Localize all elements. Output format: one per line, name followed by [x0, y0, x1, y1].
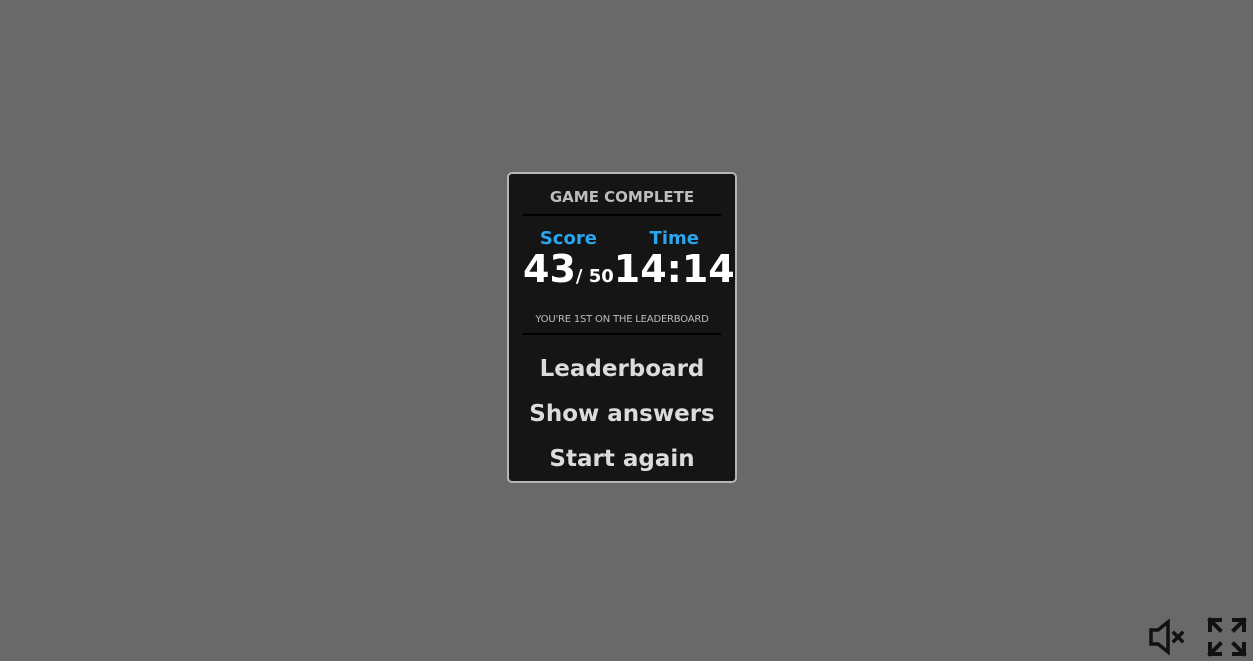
- stats-row: Score 43/ 50 Time 14:14: [523, 228, 735, 298]
- score-value-group: 43/ 50: [523, 248, 614, 298]
- start-again-button[interactable]: Start again: [523, 437, 721, 482]
- score-total: / 50: [575, 266, 614, 287]
- score-value: 43: [523, 247, 576, 291]
- fullscreen-expand-icon: [1207, 617, 1247, 657]
- game-complete-panel: GAME COMPLETE Score 43/ 50 Time 14:14 YO…: [507, 172, 737, 483]
- game-stage: GAME COMPLETE Score 43/ 50 Time 14:14 YO…: [0, 0, 1253, 661]
- time-value: 14:14: [613, 247, 735, 291]
- speaker-muted-icon: [1149, 618, 1185, 656]
- divider: [523, 333, 721, 335]
- score-stat: Score 43/ 50: [523, 228, 614, 298]
- time-stat: Time 14:14: [614, 228, 735, 298]
- mute-button[interactable]: [1147, 617, 1187, 657]
- panel-title: GAME COMPLETE: [549, 188, 695, 206]
- fullscreen-button[interactable]: [1207, 617, 1247, 657]
- end-menu: Leaderboard Show answers Start again: [523, 347, 721, 482]
- divider: [523, 214, 721, 216]
- leaderboard-rank-message: YOU'RE 1ST ON THE LEADERBOARD: [535, 314, 709, 325]
- show-answers-button[interactable]: Show answers: [523, 392, 721, 437]
- leaderboard-button[interactable]: Leaderboard: [523, 347, 721, 392]
